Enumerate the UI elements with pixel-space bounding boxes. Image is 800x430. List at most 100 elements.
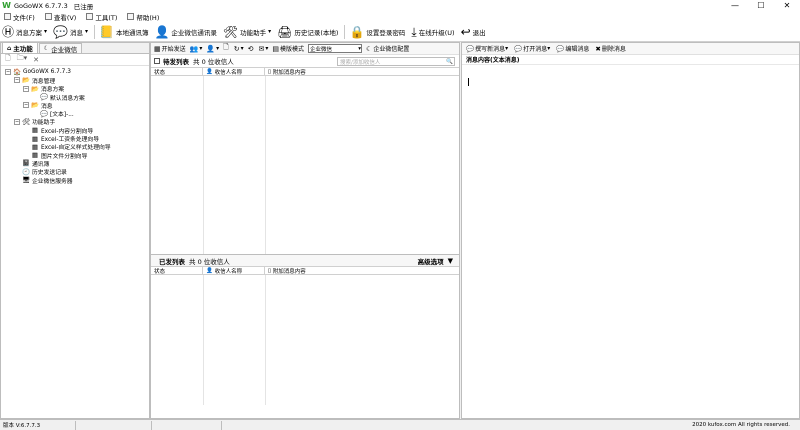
tree-toolbar: 🗋 🗀▾ ✕: [1, 54, 149, 66]
tree-node-icon: 🏠: [13, 68, 22, 77]
column-extra-content[interactable]: ▯ 附加消息内容: [265, 267, 459, 275]
pending-grid-header: 状态 👤 收信人名称 ▯ 附加消息内容: [151, 67, 459, 76]
minimize-button[interactable]: —: [722, 0, 748, 11]
copyright-label: 2020 kufox.com All rights reserved.: [692, 422, 790, 428]
column-extra-content[interactable]: ▯ 附加消息内容: [265, 68, 459, 76]
delete-message-button[interactable]: ✖ 删除消息: [595, 44, 625, 54]
exit-button[interactable]: ↩ 退出: [459, 23, 488, 41]
wechat-icon: ☾: [43, 45, 50, 52]
grid-line: [203, 76, 204, 254]
add-recipient-button[interactable]: 👥 ▾: [190, 45, 203, 53]
collapse-toggle-icon[interactable]: −: [23, 85, 29, 92]
collapse-toggle-icon[interactable]: −: [14, 118, 20, 125]
new-item-icon[interactable]: 🗋: [5, 54, 11, 65]
tree-item[interactable]: 📓 通讯簿: [5, 159, 149, 168]
mail-icon: ✉: [258, 44, 265, 53]
tree-node-icon: ▦: [31, 142, 39, 151]
function-assistant-button[interactable]: 🛠 功能助手 ▾: [221, 23, 273, 41]
message-button[interactable]: 💬 消息 ▾: [51, 23, 90, 41]
document-icon: 🗋: [223, 43, 229, 51]
tree-item[interactable]: 🕘 历史发送记录: [5, 168, 149, 177]
remove-recipient-button[interactable]: 👤 ▾: [206, 45, 219, 53]
tree-item[interactable]: 💬 默认消息方案: [5, 93, 149, 102]
template-mode-button[interactable]: ▤ 模版模式: [272, 44, 304, 54]
tree-item-label: 企业微信服务器: [32, 178, 73, 185]
tab-enterprise-wechat[interactable]: ☾ 企业微信: [38, 43, 83, 54]
status-cell-empty: [76, 420, 152, 430]
tree-node-icon: ▦: [31, 126, 39, 135]
sent-count: 共 0 位收信人: [189, 257, 230, 266]
tree-item[interactable]: − 📂 消息: [5, 101, 149, 110]
tree-node-icon: 💬: [40, 93, 49, 102]
collapse-toggle-icon[interactable]: −: [23, 102, 29, 109]
channel-select[interactable]: 企业微信 ▾: [308, 44, 363, 53]
delete-icon[interactable]: ✕: [33, 56, 39, 64]
sync-button[interactable]: ⟲: [248, 45, 255, 53]
tab-main-function[interactable]: ⌂ 主功能: [2, 42, 38, 53]
toolbar-separator: [344, 24, 346, 39]
tree-node-icon: ▦: [31, 151, 39, 160]
chevron-down-icon: ▾: [358, 45, 362, 52]
edit-message-button[interactable]: 💬 编辑消息: [556, 44, 589, 54]
tree-node-icon: 🛠: [22, 117, 31, 126]
close-button[interactable]: ✕: [774, 0, 800, 11]
right-panel: 💬 撰写新消息 ▾ 💬 打开消息 ▾ 💬 编辑消息 ✖ 删除消息 消息内容(文本消息): [461, 42, 800, 419]
sent-grid-body[interactable]: [151, 275, 459, 405]
address-book-button[interactable]: 📒 本地通讯簿: [97, 23, 150, 41]
add-user-icon: 👥: [189, 44, 199, 53]
open-message-button[interactable]: 💬 打开消息 ▾: [514, 44, 550, 54]
help-menu-icon: [127, 13, 135, 20]
tree-item[interactable]: − 📂 消息管理: [5, 76, 149, 85]
user-icon: 👤: [206, 68, 215, 75]
menu-help[interactable]: 帮助(H): [127, 12, 159, 22]
menu-tools[interactable]: 工具(T): [86, 12, 117, 22]
pending-grid-body[interactable]: [151, 76, 459, 254]
exit-arrow-icon: ↩: [460, 24, 471, 39]
printer-icon: 🖨: [277, 24, 293, 39]
maximize-button[interactable]: ☐: [748, 0, 774, 11]
user-settings-icon: 👤: [206, 44, 216, 53]
tree-node-icon: 📂: [22, 76, 31, 85]
tree-item[interactable]: ▦ 图片文件分割向导: [5, 151, 149, 160]
open-message-icon: 💬: [514, 44, 523, 53]
menu-file[interactable]: 文件(F): [4, 12, 35, 22]
column-recipient-name[interactable]: 👤 收信人名称: [203, 267, 265, 275]
tree-item[interactable]: 💬 [文本]-...: [5, 109, 149, 119]
login-password-button[interactable]: 🔒 设置登录密码: [347, 23, 407, 41]
user-icon: 👤: [154, 24, 170, 39]
function-tree: − 🏠 GoGoWX 6.7.7.3− 📂 消息管理 − 📂 消息方案 💬 默认消息方案 − 📂 消息 💬…: [1, 66, 149, 185]
online-upgrade-button[interactable]: ⤓ 在线升级(U): [409, 23, 456, 41]
refresh-button[interactable]: ↻ ▾: [234, 45, 244, 53]
wechat-config-button[interactable]: ☾ 企业微信配置: [366, 44, 409, 54]
play-icon: ▦: [154, 44, 161, 53]
history-button[interactable]: 🖨 历史记录(本地): [275, 23, 340, 41]
recipient-search-input[interactable]: 搜索/添加收信人 🔍: [337, 57, 455, 66]
column-status[interactable]: 状态: [151, 267, 203, 275]
start-send-button[interactable]: ▦ 开始发送: [154, 44, 186, 54]
collapse-toggle-icon[interactable]: −: [14, 77, 20, 84]
tree-item[interactable]: − 🏠 GoGoWX 6.7.7.3: [5, 68, 149, 76]
folder-dropdown-icon[interactable]: 🗀▾: [17, 54, 28, 65]
column-recipient-name[interactable]: 👤 收信人名称: [203, 68, 265, 76]
document-button[interactable]: 🗋: [223, 43, 230, 54]
chevron-down-icon: ▾: [84, 28, 88, 35]
menu-view[interactable]: 查看(V): [44, 12, 76, 22]
delete-icon: ✖: [595, 44, 601, 53]
tree-item[interactable]: 🖥 企业微信服务器: [5, 176, 149, 185]
app-logo-icon: W: [2, 1, 11, 10]
tree-node-icon: 📂: [31, 101, 40, 110]
message-scheme-button[interactable]: Ⓗ 消息方案 ▾: [0, 23, 49, 41]
pending-count: 共 0 位收信人: [193, 58, 234, 66]
window-title: GoGoWX 6.7.7.3: [14, 1, 68, 10]
column-status[interactable]: 状态: [151, 68, 203, 76]
compose-message-button[interactable]: 💬 撰写新消息 ▾: [466, 44, 508, 54]
advanced-options-button[interactable]: 高级选项 ▼: [418, 256, 453, 266]
select-all-checkbox[interactable]: [154, 58, 160, 64]
wechat-address-book-button[interactable]: 👤 企业微信通讯录: [152, 23, 218, 41]
collapse-toggle-icon[interactable]: −: [5, 69, 11, 76]
message-editor[interactable]: [462, 66, 799, 418]
sent-list-header: 已发列表 共 0 位收信人 高级选项 ▼: [151, 254, 459, 266]
lock-icon: 🔒: [349, 24, 365, 39]
file-menu-icon: [4, 13, 11, 20]
mail-button[interactable]: ✉ ▾: [259, 45, 269, 53]
